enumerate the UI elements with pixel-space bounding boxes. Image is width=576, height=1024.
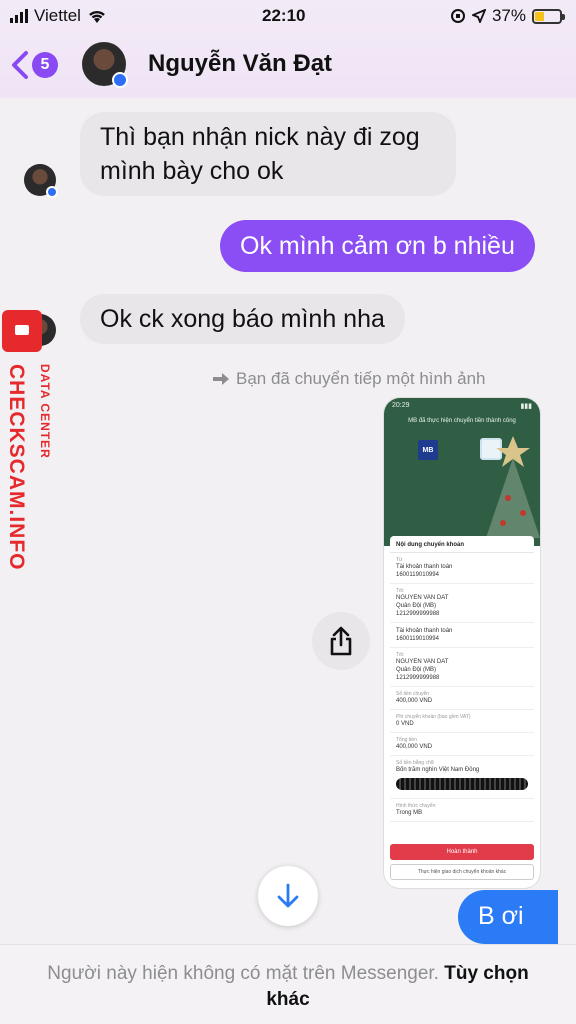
signal-icon (10, 9, 28, 23)
unavailable-text: Người này hiện không có mặt trên Messeng… (47, 963, 439, 984)
unavailable-footer: Người này hiện không có mặt trên Messeng… (0, 944, 576, 1024)
christmas-tree-icon (486, 436, 540, 538)
detail-row: Số tiền chuyển 400,000 VND (390, 687, 534, 710)
section-title: Nội dung chuyển khoản (390, 536, 534, 553)
contact-name[interactable]: Nguyễn Văn Đạt (148, 50, 332, 78)
top-bar: Viettel 22:10 37% 5 Nguyễn Văn Đạt (0, 0, 576, 98)
mb-logo: MB (418, 440, 438, 460)
image-status-icons: ▮▮▮ (520, 403, 532, 410)
detail-row: Số tiền bằng chữ Bốn trăm nghìn Việt Nam … (390, 756, 534, 799)
location-icon (471, 9, 486, 23)
transfer-header: 20:29 ▮▮▮ MB đã thực hiện chuyển tiền th… (384, 398, 540, 546)
share-icon (330, 626, 352, 656)
verified-icon (112, 72, 128, 88)
new-transfer-button: Thực hiện giao dịch chuyển khoản khác (390, 864, 534, 880)
carrier-name: Viettel (34, 6, 81, 25)
watermark-text: CHECKSCAM.INFO (5, 364, 28, 571)
detail-row: Tổng tiền 400,000 VND (390, 733, 534, 756)
scroll-down-button[interactable] (258, 866, 318, 926)
status-bar: Viettel 22:10 37% (0, 0, 576, 34)
carrier: Viettel (10, 6, 107, 26)
message-sent-1[interactable]: Ok mình cảm ơn b nhiều (220, 220, 535, 272)
battery-icon (532, 8, 565, 24)
detail-row: Hình thức chuyển Trong MB (390, 799, 534, 822)
lock-icon (2, 310, 42, 352)
back-button[interactable]: 5 (10, 50, 58, 80)
complete-button: Hoàn thành (390, 844, 534, 860)
chevron-left-icon (12, 51, 28, 79)
share-button[interactable] (312, 612, 370, 670)
wifi-icon (89, 10, 105, 23)
transfer-details-card: Nội dung chuyển khoản Từ Tài khoản thanh … (390, 536, 534, 882)
contact-avatar[interactable] (82, 42, 128, 88)
battery-percent: 37% (491, 6, 526, 25)
watermark-subtext: DATA CENTER (38, 364, 52, 459)
transfer-title: MB đã thực hiện chuyển tiền thành công (408, 418, 516, 424)
sender-avatar[interactable] (24, 164, 58, 198)
clock: 22:10 (262, 6, 306, 25)
unread-count-badge: 5 (32, 52, 58, 78)
message-received-2[interactable]: Ok ck xong báo mình nha (80, 294, 405, 344)
redaction-scribble (396, 778, 528, 790)
image-status-time: 20:29 (392, 402, 410, 409)
detail-row: Phí chuyển khoản (bao gồm VAT) 0 VND (390, 710, 534, 733)
arrow-down-icon (277, 883, 299, 908)
message-sent-2[interactable]: B ơi (458, 890, 558, 944)
watermark: CHECKSCAM.INFO DATA CENTER (2, 310, 62, 590)
rotation-lock-icon (450, 9, 465, 23)
status-right: 37% (450, 6, 565, 26)
detail-row: Tới NGUYEN VAN DAT Quân Đội (MB) 12129999… (390, 648, 534, 687)
detail-row: Tài khoản thanh toán 1600119010994 (390, 623, 534, 648)
message-received-1[interactable]: Thì bạn nhận nick này đi zog mình bày ch… (80, 112, 456, 196)
forward-note: Bạn đã chuyển tiếp một hình ảnh (212, 369, 486, 389)
detail-row: Tới NGUYEN VAN DAT Quân Đội (MB) 12129999… (390, 584, 534, 623)
verified-icon (46, 186, 58, 198)
forward-arrow-icon (213, 373, 229, 385)
forwarded-image[interactable]: 20:29 ▮▮▮ MB đã thực hiện chuyển tiền th… (384, 398, 540, 888)
detail-row: Từ Tài khoản thanh toán 1600119010994 (390, 553, 534, 584)
forward-note-text: Bạn đã chuyển tiếp một hình ảnh (236, 369, 486, 388)
